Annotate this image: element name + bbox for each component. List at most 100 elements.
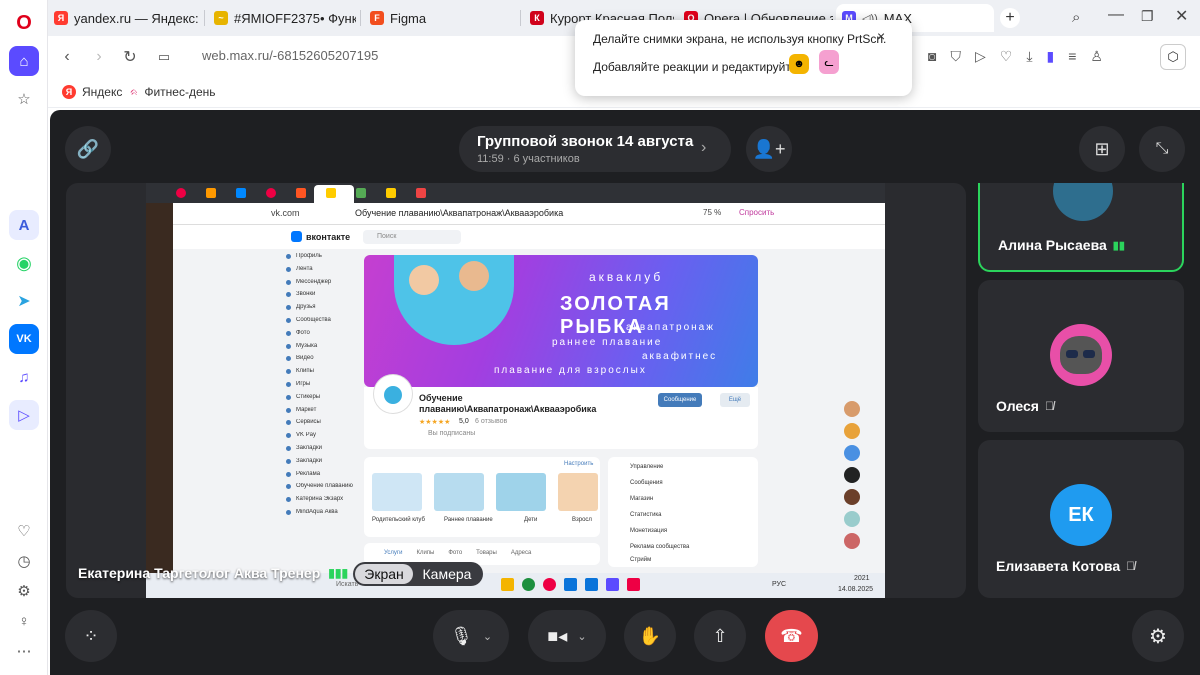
- chevron-right-icon: ›: [701, 139, 707, 156]
- url-field[interactable]: web.max.ru/-68152605207195: [202, 48, 378, 63]
- back-button[interactable]: ‹: [56, 46, 78, 68]
- camera-icon[interactable]: ◙: [928, 48, 936, 65]
- vk-menu-icon: [286, 369, 291, 375]
- vk-menu-label: Катерина Экзарх: [296, 496, 344, 503]
- tab-figma[interactable]: F Figma: [364, 4, 514, 32]
- search-tabs-icon[interactable]: ⌕: [1072, 9, 1080, 26]
- vk-menu-item: Реклама: [286, 471, 356, 484]
- raise-hand-button[interactable]: ✋: [624, 610, 676, 662]
- call-settings-button[interactable]: ⚙: [1132, 610, 1184, 662]
- restore-button[interactable]: ❐: [1141, 8, 1154, 25]
- easy-setup-icon[interactable]: ≡: [1068, 48, 1076, 65]
- group-avatar: [374, 375, 412, 413]
- admin-item: Стрийм: [630, 557, 652, 563]
- new-tab-button[interactable]: +: [1000, 8, 1020, 28]
- vk-menu-icon: [286, 509, 291, 515]
- vk-menu-icon: [286, 305, 291, 311]
- tab-label: Figma: [390, 10, 427, 26]
- star-icon[interactable]: ☆: [9, 84, 39, 114]
- screen-camera-toggle: Экран Камера: [353, 562, 483, 586]
- opera-logo-icon[interactable]: O: [9, 8, 39, 38]
- rating-stars: ★★★★★: [419, 419, 451, 426]
- vk-menu-item: Друзья: [286, 304, 356, 317]
- mic-muted-icon: 🎙̸: [1126, 559, 1136, 573]
- layout-button[interactable]: ⊞: [1079, 126, 1125, 172]
- vk-icon[interactable]: VK: [9, 324, 39, 354]
- shield-icon[interactable]: ⛉: [950, 48, 961, 65]
- shared-os-sidebar: [146, 203, 173, 598]
- site-info-icon[interactable]: ▭: [153, 46, 175, 68]
- vk-menu-label: Фото: [296, 329, 310, 336]
- tips-icon[interactable]: ♀: [9, 606, 39, 636]
- vk-logo-text: вконтакте: [306, 231, 351, 242]
- apps-button[interactable]: ⁘: [65, 610, 117, 662]
- battery-icon[interactable]: ▮: [1047, 48, 1055, 65]
- bookmark-fitness[interactable]: ᨑ Фитнес-день: [130, 85, 216, 99]
- cat-sticker-icon: ᓚ: [819, 50, 839, 74]
- toggle-screen-button[interactable]: Экран: [355, 564, 413, 584]
- toggle-camera-button[interactable]: Камера: [415, 562, 479, 586]
- music-icon[interactable]: ♫: [9, 362, 39, 392]
- apps-grid-icon: ⁘: [83, 625, 99, 646]
- camera-button[interactable]: ■◂ ⌄: [528, 610, 606, 662]
- participant-name: Алина Рысаева: [998, 237, 1107, 253]
- site-favicon-icon: ~: [214, 11, 228, 25]
- extensions-icon[interactable]: ⬡: [1160, 44, 1186, 70]
- admin-item: Магазин: [630, 496, 654, 502]
- gear-icon: ⚙: [1149, 625, 1167, 648]
- vk-menu-item: Музыка: [286, 343, 356, 356]
- tab-yandex[interactable]: Я yandex.ru — Яндекс: наш: [48, 4, 200, 32]
- vk-menu-item: Обучение плаванию: [286, 483, 356, 496]
- download-icon[interactable]: ⤓: [1026, 48, 1032, 65]
- admin-item: Монетизация: [630, 528, 668, 534]
- vk-menu-icon: [286, 279, 291, 285]
- player-icon[interactable]: ▷: [9, 400, 39, 430]
- collapse-button[interactable]: ⤡: [1139, 126, 1185, 172]
- album-4: Взросл: [572, 517, 592, 523]
- bookmark-yandex[interactable]: Я Яндекс: [62, 85, 122, 99]
- vk-menu-label: Музыка: [296, 342, 318, 349]
- home-icon[interactable]: ⌂: [9, 46, 39, 76]
- call-info-pill[interactable]: Групповой звонок 14 августа 11:59 · 6 уч…: [459, 126, 731, 172]
- album-1: Родительский клуб: [372, 517, 425, 523]
- microphone-button[interactable]: 🎙 ⌄: [433, 610, 509, 662]
- participant-tile-olesya[interactable]: Олеся 🎙̸: [978, 280, 1184, 432]
- add-participant-button[interactable]: 👤+: [746, 126, 792, 172]
- whatsapp-icon[interactable]: ◉: [9, 248, 39, 278]
- more-icon[interactable]: ⋯: [9, 636, 39, 666]
- subscribed-label: Вы подписаны: [428, 430, 476, 437]
- vk-chat-avatars: [840, 399, 864, 569]
- vk-menu-icon: [286, 407, 291, 413]
- close-window-button[interactable]: ✕: [1175, 6, 1188, 26]
- participant-name-row: Олеся 🎙̸: [996, 398, 1054, 414]
- vk-menu-icon: [286, 420, 291, 426]
- minimize-button[interactable]: —: [1108, 6, 1124, 24]
- heart-icon[interactable]: ♡: [1000, 48, 1013, 65]
- participant-avatar: [1050, 324, 1112, 386]
- add-user-icon: 👤+: [752, 138, 786, 159]
- heart-icon[interactable]: ♡: [9, 516, 39, 546]
- camera-icon: ■◂: [547, 625, 568, 646]
- share-screen-button[interactable]: ⇧: [694, 610, 746, 662]
- vk-menu-item: Сервисы: [286, 419, 356, 432]
- shared-zoom: 75 %: [703, 208, 722, 217]
- copy-link-button[interactable]: 🔗: [65, 126, 111, 172]
- feed-tab: Адреса: [510, 550, 532, 556]
- send-icon[interactable]: ▷: [975, 48, 986, 65]
- history-icon[interactable]: ◷: [9, 546, 39, 576]
- popup-close-button[interactable]: ×: [877, 28, 885, 44]
- vk-menu-item: Лента: [286, 266, 356, 279]
- participant-tile-elizaveta[interactable]: ЕК Елизавета Котова 🎙̸: [978, 440, 1184, 598]
- settings-icon[interactable]: ⚙: [9, 576, 39, 606]
- profile-icon[interactable]: ♙: [1090, 48, 1103, 65]
- telegram-icon[interactable]: ➤: [9, 286, 39, 316]
- reload-button[interactable]: ↻: [119, 46, 141, 68]
- yandex-icon: Я: [62, 85, 76, 99]
- vk-left-menu: Профиль Лента Мессенджер Звонки Друзья Сообще…: [286, 253, 356, 522]
- participant-tile-alina[interactable]: Алина Рысаева ▮▮: [978, 183, 1184, 272]
- aria-icon[interactable]: A: [9, 210, 39, 240]
- tab-max-function[interactable]: ~ #ЯМIOFF2375• Функцион: [208, 4, 356, 32]
- taskbar-time: 2021: [854, 575, 870, 582]
- end-call-button[interactable]: ☎: [765, 610, 818, 662]
- forward-button[interactable]: ›: [88, 46, 110, 68]
